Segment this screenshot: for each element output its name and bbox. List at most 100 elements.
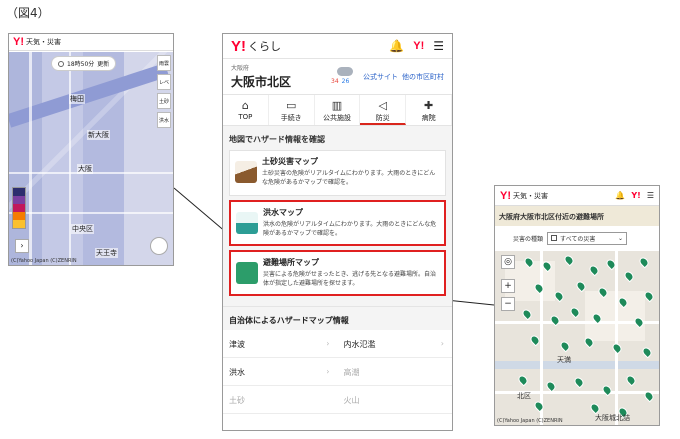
shelter-pin[interactable] (637, 255, 651, 269)
clock-icon (58, 60, 64, 67)
tab-label: 公共施設 (322, 114, 351, 122)
weather-widget[interactable]: 34 26 (331, 67, 357, 85)
chevron-right-icon[interactable]: › (15, 239, 29, 253)
list-item-label: 土砂 (229, 396, 245, 405)
tab-top[interactable]: ⌂ TOP (223, 95, 269, 125)
locate-icon[interactable]: ◎ (501, 255, 515, 269)
evacuation-map-card[interactable]: 避難場所マップ 災害による危険がせまったとき、逃げる先となる避難場所。自治体が指… (229, 250, 446, 296)
legend-swatch (13, 196, 25, 204)
shelter-pin[interactable] (622, 269, 636, 283)
flood-map-card[interactable]: 洪水マップ 洪水の危険がリアルタイムにわかります。大雨のときにどんな危険があるか… (229, 200, 446, 246)
shelter-pin[interactable] (572, 375, 586, 389)
locate-icon[interactable] (150, 237, 168, 255)
shelter-pin[interactable] (520, 307, 534, 321)
app-header: Y! 天気・災害 🔔 Y! ☰ (495, 186, 659, 206)
yahoo-logo[interactable]: Y! (13, 36, 24, 48)
yahoo-logo[interactable]: Y! (500, 190, 511, 202)
tab-label: TOP (238, 113, 253, 121)
update-time: 18時50分 (67, 61, 95, 68)
shelter-pin[interactable] (568, 305, 582, 319)
list-item-inland-flood[interactable]: 内水氾濫 › (337, 330, 452, 358)
shelter-pin[interactable] (558, 339, 572, 353)
section-title: 地図でハザード情報を確認 (223, 126, 452, 150)
bell-icon[interactable]: 🔔 (615, 191, 625, 200)
shelter-pin[interactable] (516, 373, 530, 387)
flood-icon (236, 212, 258, 234)
other-city-link[interactable]: 他の市区町村 (402, 72, 444, 82)
list-item-label: 火山 (343, 396, 360, 405)
layer-button-flood[interactable]: 洪水 (157, 112, 171, 128)
layer-button-level[interactable]: レベル (157, 74, 171, 102)
service-name: 天気・災害 (513, 191, 548, 200)
place-label: 天王寺 (95, 248, 118, 258)
flood-map[interactable]: 18時50分 更新 雨雲 レベル 土砂 洪水 梅田 新大阪 大阪 中央区 天王寺… (9, 52, 173, 265)
app-header: Y! 天気・災害 (9, 34, 173, 51)
card-description: 土砂災害の危険がリアルタイムにわかります。大雨のときにどんな危険があるかマップで… (262, 170, 436, 186)
hospital-icon: ✚ (423, 99, 434, 112)
shelter-pin[interactable] (600, 383, 614, 397)
filter-label: 災害の種類 (513, 235, 544, 243)
tab-public-facilities[interactable]: ▥ 公共施設 (315, 95, 361, 125)
official-site-link[interactable]: 公式サイト (363, 72, 398, 82)
place-label: 北区 (517, 392, 531, 400)
legend-swatch (13, 220, 25, 228)
shelter-pin[interactable] (548, 313, 562, 327)
flood-map-screen: Y! 天気・災害 18時50分 更新 雨雲 レベル 土砂 洪水 梅田 新大阪 大… (8, 33, 174, 266)
evacuation-map[interactable]: ◎ + − 天満 北区 大阪城北詰 (C)Yahoo Japan (C)ZENR… (495, 251, 659, 425)
shelter-pin[interactable] (587, 263, 601, 277)
update-time-suffix: 更新 (97, 61, 110, 68)
yahoo-small-logo[interactable]: Y! (413, 40, 424, 52)
update-time-badge: 18時50分 更新 (51, 56, 117, 71)
card-description: 洪水の危険がリアルタイムにわかります。大雨のときにどんな危険があるかマップで確認… (263, 221, 437, 237)
list-item-flood[interactable]: 洪水 › (223, 358, 338, 386)
tab-procedures[interactable]: ▭ 手続き (269, 95, 315, 125)
landslide-map-card[interactable]: 土砂災害マップ 土砂災害の危険がリアルタイムにわかります。大雨のときにどんな危険… (229, 150, 446, 196)
place-label: 天満 (557, 356, 571, 364)
shelter-pin[interactable] (610, 341, 624, 355)
map-road (615, 251, 618, 425)
shelter-pin[interactable] (624, 373, 638, 387)
list-item-tsunami[interactable]: 津波 › (223, 330, 338, 358)
list-item-volcano: 火山 (337, 386, 452, 414)
place-label: 中央区 (71, 224, 94, 234)
legend-swatch (13, 212, 25, 220)
zoom-in-button[interactable]: + (501, 279, 515, 293)
tab-hospital[interactable]: ✚ 病院 (406, 95, 452, 125)
list-item-label: 洪水 (229, 368, 245, 377)
shelter-pin[interactable] (640, 345, 654, 359)
disaster-type-filter: 災害の種類 すべての災害 ⌄ (495, 226, 659, 250)
shelter-icon (236, 262, 258, 284)
disaster-type-select[interactable]: すべての災害 ⌄ (547, 231, 628, 245)
municipal-hazard-list: 津波 › 内水氾濫 › 洪水 › 高潮 土砂 火山 (223, 330, 452, 414)
legend-swatch (13, 188, 25, 196)
chevron-right-icon: › (440, 339, 444, 348)
chevron-right-icon: › (326, 339, 330, 348)
yahoo-logo[interactable]: Y! (231, 38, 246, 55)
tab-disaster-prevention[interactable]: ◁ 防災 (360, 95, 407, 125)
list-item-landslide: 土砂 (223, 386, 338, 414)
filter-value: すべての災害 (560, 235, 596, 243)
yahoo-small-logo[interactable]: Y! (631, 191, 640, 200)
layer-button-rain[interactable]: 雨雲 (157, 55, 171, 71)
landslide-icon (235, 161, 257, 183)
megaphone-icon: ◁ (378, 99, 388, 112)
map-road (540, 251, 543, 425)
filter-icon (551, 235, 558, 241)
flood-level-legend (12, 187, 26, 229)
municipal-section-title: 自治体によるハザードマップ情報 (223, 306, 452, 330)
location-bar: 大阪府 大阪市北区 34 26 公式サイト 他の市区町村 (223, 59, 452, 94)
shelter-pin[interactable] (562, 253, 576, 267)
menu-icon[interactable]: ☰ (647, 191, 654, 200)
cloud-icon (337, 67, 353, 76)
map-road (9, 212, 173, 214)
menu-icon[interactable]: ☰ (433, 39, 444, 53)
shelter-pin[interactable] (532, 399, 546, 413)
service-name: くらし (248, 40, 281, 53)
layer-button-landslide[interactable]: 土砂 (157, 93, 171, 109)
zoom-out-button[interactable]: − (501, 297, 515, 311)
bell-icon[interactable]: 🔔 (389, 39, 404, 53)
legend-swatch (13, 204, 25, 212)
evacuation-map-screen: Y! 天気・災害 🔔 Y! ☰ 大阪府大阪市北区付近の避難場所 災害の種類 すべ… (494, 185, 660, 426)
chevron-right-icon: › (326, 367, 330, 376)
home-icon: ⌂ (241, 99, 249, 112)
